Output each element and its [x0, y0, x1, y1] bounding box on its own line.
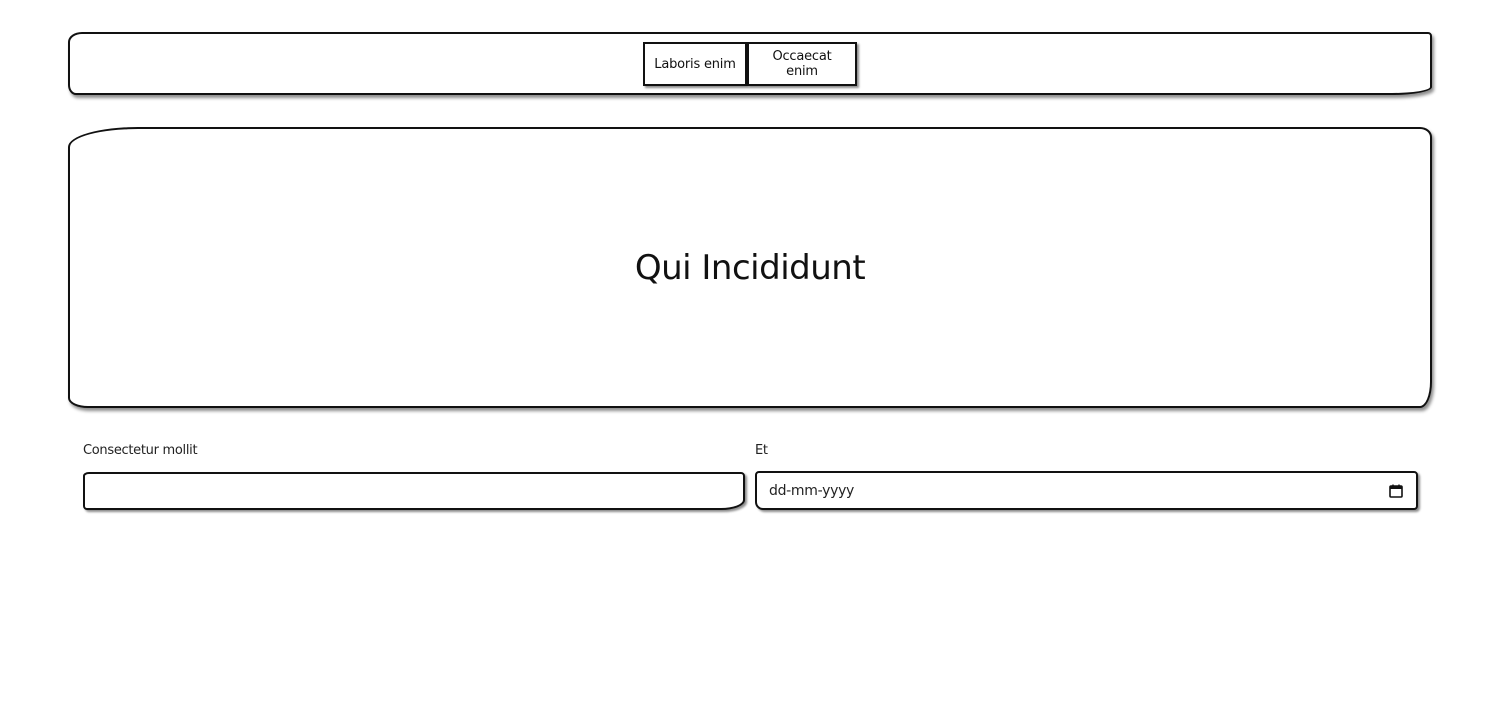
consectetur-mollit-label: Consectetur mollit — [83, 443, 198, 458]
hero-title: Qui Incididunt — [634, 247, 866, 288]
hero-panel: Qui Incididunt — [68, 127, 1432, 408]
nav-button-group: Laboris enim Occaecat enim — [643, 42, 857, 86]
calendar-icon[interactable] — [1388, 483, 1404, 499]
date-placeholder: dd-mm-yyyy — [769, 482, 855, 499]
consectetur-mollit-input[interactable] — [83, 472, 745, 510]
et-date-input[interactable]: dd-mm-yyyy — [755, 471, 1418, 510]
nav-button-occaecat-enim[interactable]: Occaecat enim — [747, 42, 857, 86]
nav-button-laboris-enim[interactable]: Laboris enim — [643, 42, 747, 86]
et-date-label: Et — [755, 443, 768, 458]
top-nav-bar: Laboris enim Occaecat enim — [68, 32, 1432, 95]
